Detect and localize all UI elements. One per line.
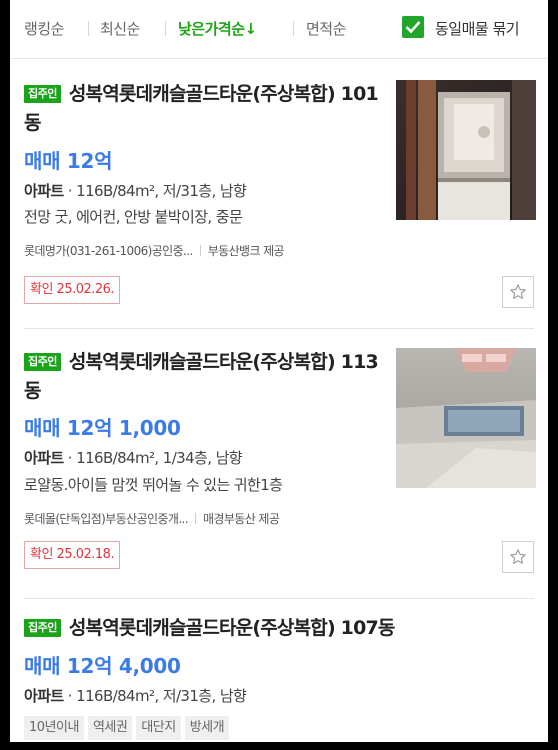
listing-specs: 아파트 · 116B/84m², 저/31층, 남향 bbox=[24, 182, 247, 200]
checkbox-checked-icon[interactable] bbox=[402, 16, 424, 38]
listing-card[interactable]: 집주인 성복역롯데캐슬골드타운(주상복합) 113동 매매 12억 1,000 아… bbox=[24, 348, 536, 588]
listing-panel: 랭킹순 최신순 낮은가격순↓ 면적순 동일매물 묶기 집주인 성복역롯데캐슬골드타… bbox=[10, 0, 548, 742]
agent-name[interactable]: 롯데명가(031-261-1006)공인중... bbox=[24, 244, 193, 258]
agent-line: 롯데명가(031-261-1006)공인중... 부동산뱅크 제공 bbox=[24, 242, 285, 259]
sort-ranking[interactable]: 랭킹순 bbox=[24, 18, 64, 39]
data-provider: 부동산뱅크 제공 bbox=[207, 244, 285, 258]
listing-card[interactable]: 집주인 성복역롯데캐슬골드타운(주상복합) 107동 매매 12억 4,000 아… bbox=[24, 614, 534, 742]
listing-card[interactable]: 집주인 성복역롯데캐슬골드타운(주상복합) 101동 매매 12억 아파트 · 1… bbox=[24, 80, 536, 320]
listing-photo[interactable] bbox=[396, 348, 536, 488]
confirm-date-badge: 확인 25.02.26. bbox=[24, 276, 121, 304]
sort-divider bbox=[88, 21, 89, 36]
feature-tag: 대단지 bbox=[136, 716, 181, 740]
listing-photo[interactable] bbox=[396, 80, 536, 220]
listing-price: 매매 12억 bbox=[24, 149, 113, 173]
star-outline-icon bbox=[510, 549, 526, 564]
owner-badge: 집주인 bbox=[24, 85, 61, 103]
sort-latest[interactable]: 최신순 bbox=[100, 18, 140, 39]
owner-badge: 집주인 bbox=[24, 619, 61, 637]
listing-specs: 아파트 · 116B/84m², 1/34층, 남향 bbox=[24, 449, 243, 467]
favorite-button[interactable] bbox=[502, 276, 534, 308]
owner-badge: 집주인 bbox=[24, 353, 61, 371]
agent-divider bbox=[194, 513, 196, 524]
sort-divider bbox=[293, 21, 294, 36]
agent-line: 롯데몰(단독입점)부동산공인중개... 매경부동산 제공 bbox=[24, 510, 280, 527]
property-type: 아파트 bbox=[24, 449, 64, 467]
spec-details: 116B/84m², 1/34층, 남향 bbox=[76, 449, 242, 467]
property-type: 아파트 bbox=[24, 182, 64, 200]
feature-tags: 10년이내 역세권 대단지 방세개 bbox=[24, 716, 233, 740]
listing-divider bbox=[24, 598, 534, 599]
sort-divider bbox=[165, 21, 166, 36]
listing-title-block[interactable]: 집주인 성복역롯데캐슬골드타운(주상복합) 101동 bbox=[24, 80, 379, 138]
data-provider: 매경부동산 제공 bbox=[202, 512, 280, 526]
spec-details: 116B/84m², 저/31층, 남향 bbox=[76, 182, 247, 200]
listing-title: 성복역롯데캐슬골드타운(주상복합) 101동 bbox=[24, 83, 379, 134]
star-outline-icon bbox=[510, 284, 526, 299]
listing-specs: 아파트 · 116B/84m², 저/31층, 남향 bbox=[24, 687, 247, 705]
listing-divider bbox=[24, 328, 534, 329]
listing-title: 성복역롯데캐슬골드타운(주상복합) 113동 bbox=[24, 351, 379, 402]
group-same-label: 동일매물 묶기 bbox=[435, 20, 520, 38]
listing-price: 매매 12억 1,000 bbox=[24, 416, 181, 440]
sort-bar: 랭킹순 최신순 낮은가격순↓ 면적순 동일매물 묶기 bbox=[10, 0, 548, 59]
property-type: 아파트 bbox=[24, 687, 64, 705]
sort-area[interactable]: 면적순 bbox=[306, 18, 346, 39]
favorite-button[interactable] bbox=[502, 541, 534, 573]
feature-tag: 역세권 bbox=[87, 716, 133, 740]
feature-tag: 방세개 bbox=[184, 716, 230, 740]
listing-description: 전망 굿, 에어컨, 안방 붙박이장, 중문 bbox=[24, 208, 243, 226]
listing-price: 매매 12억 4,000 bbox=[24, 654, 181, 678]
agent-divider bbox=[199, 245, 201, 256]
listing-title: 성복역롯데캐슬골드타운(주상복합) 107동 bbox=[68, 617, 396, 639]
sort-low-price[interactable]: 낮은가격순↓ bbox=[178, 18, 257, 39]
agent-name[interactable]: 롯데몰(단독입점)부동산공인중개... bbox=[24, 512, 189, 526]
listing-title-block[interactable]: 집주인 성복역롯데캐슬골드타운(주상복합) 113동 bbox=[24, 348, 379, 406]
listing-title-block[interactable]: 집주인 성복역롯데캐슬골드타운(주상복합) 107동 bbox=[24, 614, 395, 643]
confirm-date-badge: 확인 25.02.18. bbox=[24, 541, 121, 569]
spec-details: 116B/84m², 저/31층, 남향 bbox=[76, 687, 247, 705]
listing-description: 로얄동.아이들 맘껏 뛰어놀 수 있는 귀한1층 bbox=[24, 476, 283, 494]
feature-tag: 10년이내 bbox=[24, 716, 84, 740]
